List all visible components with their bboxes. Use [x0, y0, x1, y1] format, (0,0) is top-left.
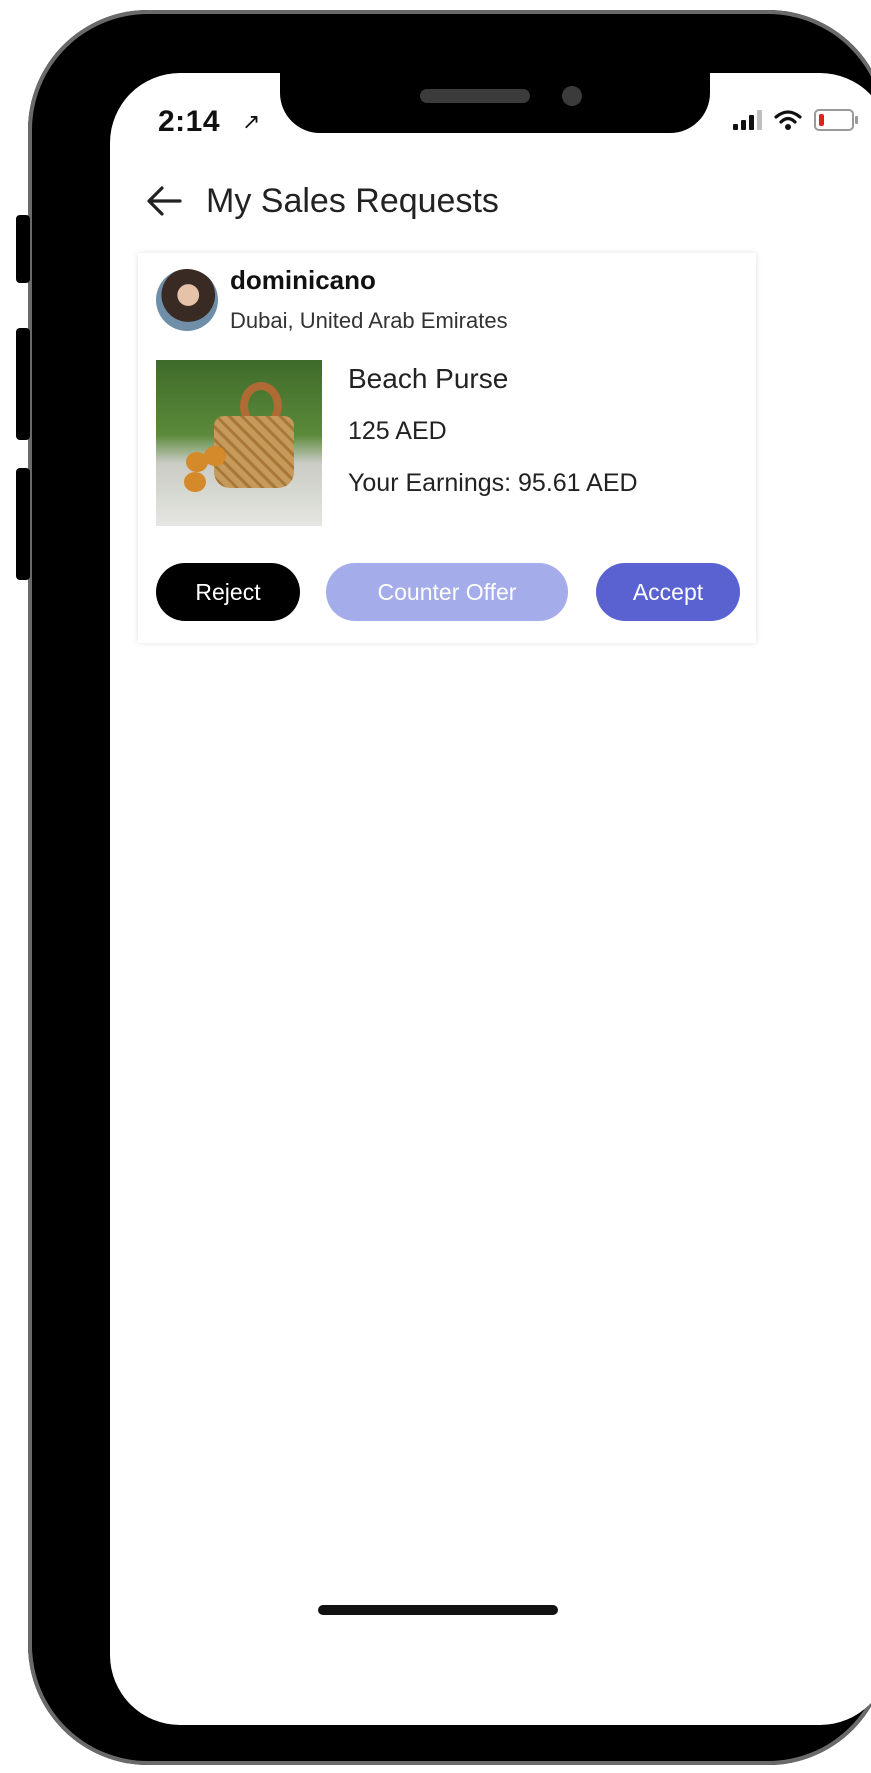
- product-name: Beach Purse: [348, 363, 509, 394]
- fruit: [204, 446, 226, 466]
- page-title: My Sales Requests: [206, 181, 499, 220]
- status-icons: [733, 109, 858, 131]
- battery-level: [819, 114, 824, 126]
- fruit: [184, 472, 206, 492]
- accept-button[interactable]: Accept: [596, 563, 740, 621]
- phone-frame: 2:14 ↗ My Sales Requests dominicano Duba…: [16, 10, 871, 1765]
- page-header: My Sales Requests: [144, 181, 499, 221]
- counter-offer-button[interactable]: Counter Offer: [326, 563, 568, 621]
- mute-switch: [16, 215, 30, 283]
- status-time: 2:14: [158, 105, 221, 138]
- volume-down-button: [16, 468, 30, 580]
- sales-request-card: dominicano Dubai, United Arab Emirates B…: [138, 253, 756, 643]
- basket: [214, 416, 294, 488]
- cellular-signal-icon: [733, 110, 762, 130]
- wifi-icon: [774, 110, 802, 130]
- avatar[interactable]: [156, 269, 218, 331]
- product-price: 125 AED: [348, 417, 447, 445]
- battery-icon: [814, 109, 858, 131]
- earnings-text: Your Earnings: 95.61 AED: [348, 469, 638, 497]
- username[interactable]: dominicano: [230, 265, 376, 296]
- reject-button[interactable]: Reject: [156, 563, 300, 621]
- home-indicator[interactable]: [318, 1605, 558, 1615]
- phone-screen: 2:14 ↗ My Sales Requests dominicano Duba…: [110, 73, 871, 1725]
- location-arrow-icon: ↗: [242, 109, 261, 134]
- front-camera: [562, 86, 582, 106]
- volume-up-button: [16, 328, 30, 440]
- product-image[interactable]: [156, 360, 322, 526]
- user-location: Dubai, United Arab Emirates: [230, 308, 508, 333]
- back-arrow-icon[interactable]: [144, 181, 184, 221]
- speaker: [420, 89, 530, 103]
- notch: [280, 73, 710, 133]
